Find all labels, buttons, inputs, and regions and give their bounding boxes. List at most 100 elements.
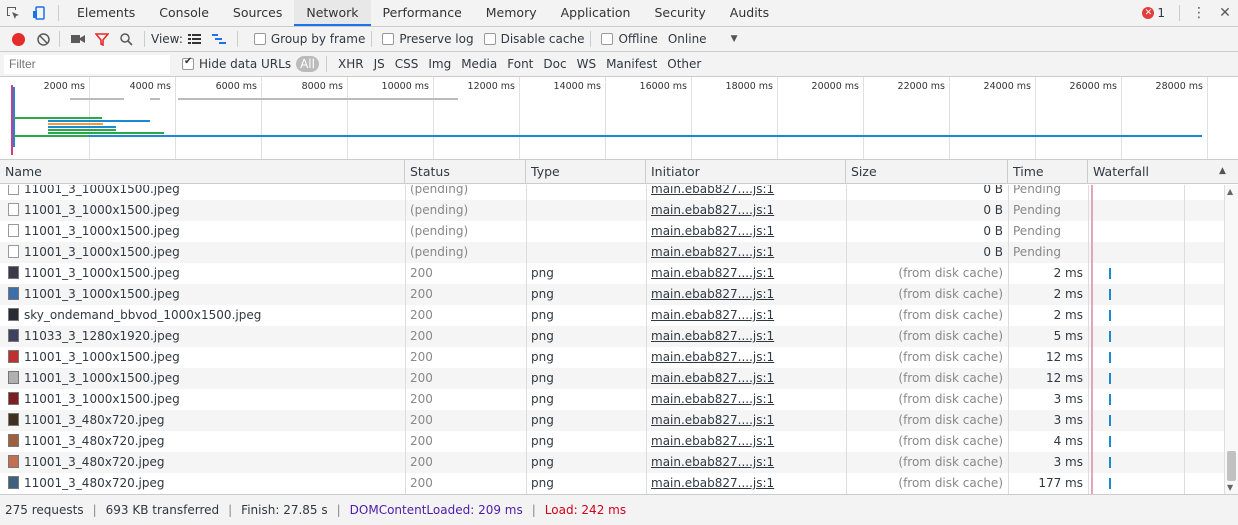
tab-memory[interactable]: Memory [474,0,549,26]
tab-security[interactable]: Security [642,0,717,26]
initiator-link[interactable]: main.ebab827....js:1 [651,266,774,280]
sort-ascending-icon[interactable]: ▲ [1219,166,1226,176]
checkbox-box[interactable] [182,56,194,70]
filter-input[interactable] [4,54,170,74]
type-filter-css[interactable]: CSS [391,56,423,72]
request-row[interactable]: 11001_3_480x720.jpeg 200 png main.ebab827..… [0,410,1224,431]
column-header-status[interactable]: Status [405,160,526,184]
initiator-link[interactable]: main.ebab827....js:1 [651,185,774,196]
request-initiator[interactable]: main.ebab827....js:1 [646,452,846,473]
request-initiator[interactable]: main.ebab827....js:1 [646,347,846,368]
tab-elements[interactable]: Elements [65,0,147,26]
type-filter-ws[interactable]: WS [573,56,600,72]
search-icon[interactable] [114,26,138,52]
initiator-link[interactable]: main.ebab827....js:1 [651,476,774,490]
initiator-link[interactable]: main.ebab827....js:1 [651,287,774,301]
checkbox-box[interactable] [382,33,395,45]
checkbox-box[interactable] [601,33,614,45]
initiator-link[interactable]: main.ebab827....js:1 [651,392,774,406]
type-filter-js[interactable]: JS [370,56,389,72]
request-row[interactable]: 11001_3_1000x1500.jpeg (pending) main.ebab… [0,200,1224,221]
request-name[interactable]: 11001_3_1000x1500.jpeg [0,284,405,305]
request-name[interactable]: 11001_3_1000x1500.jpeg [0,368,405,389]
tab-application[interactable]: Application [549,0,643,26]
request-name[interactable]: sky_ondemand_bbvod_1000x1500.jpeg [0,305,405,326]
type-filter-xhr[interactable]: XHR [334,56,368,72]
request-row[interactable]: 11001_3_1000x1500.jpeg 200 png main.ebab827… [0,263,1224,284]
close-icon[interactable]: ✕ [1212,0,1238,26]
waterfall-overview-icon[interactable] [207,26,231,52]
scroll-up-icon[interactable]: ▲ [1227,187,1233,196]
type-filter-manifest[interactable]: Manifest [602,56,661,72]
request-name[interactable]: 11001_3_1000x1500.jpeg [0,263,405,284]
type-filter-doc[interactable]: Doc [539,56,570,72]
hide-data-urls-checkbox[interactable]: Hide data URLs [182,56,291,71]
column-header-time[interactable]: Time [1008,160,1088,184]
request-initiator[interactable]: main.ebab827....js:1 [646,410,846,431]
more-options-icon[interactable]: ⋮ [1186,0,1212,26]
preserve-log-checkbox[interactable]: Preserve log [382,32,474,46]
offline-checkbox[interactable]: Offline [601,32,658,46]
request-name[interactable]: 11001_3_1000x1500.jpeg [0,389,405,410]
request-initiator[interactable]: main.ebab827....js:1 [646,368,846,389]
request-name[interactable]: 11001_3_480x720.jpeg [0,473,405,494]
throttling-select[interactable]: Online ▼ [668,32,738,46]
request-initiator[interactable]: main.ebab827....js:1 [646,221,846,242]
record-button[interactable] [12,32,25,46]
large-rows-icon[interactable] [183,26,207,52]
request-initiator[interactable]: main.ebab827....js:1 [646,200,846,221]
request-initiator[interactable]: main.ebab827....js:1 [646,263,846,284]
column-header-initiator[interactable]: Initiator [646,160,846,184]
scrollbar[interactable]: ▲ ▼ [1224,185,1238,494]
initiator-link[interactable]: main.ebab827....js:1 [651,245,774,259]
request-row[interactable]: 11001_3_1000x1500.jpeg 200 png main.ebab827… [0,368,1224,389]
request-name[interactable]: 11001_3_1000x1500.jpeg [0,221,405,242]
filter-icon[interactable] [90,26,114,52]
request-row[interactable]: 11001_3_1000x1500.jpeg 200 png main.ebab827… [0,284,1224,305]
tab-console[interactable]: Console [147,0,221,26]
initiator-link[interactable]: main.ebab827....js:1 [651,455,774,469]
type-filter-media[interactable]: Media [457,56,501,72]
request-row[interactable]: 11001_3_480x720.jpeg 200 png main.ebab827..… [0,452,1224,473]
request-name[interactable]: 11001_3_480x720.jpeg [0,410,405,431]
request-row[interactable]: 11001_3_480x720.jpeg 200 png main.ebab827..… [0,473,1224,494]
request-row[interactable]: 11001_3_1000x1500.jpeg 200 png main.ebab827… [0,389,1224,410]
error-counter[interactable]: ✕ 1 [1142,6,1165,20]
request-initiator[interactable]: main.ebab827....js:1 [646,326,846,347]
group-by-frame-checkbox[interactable]: Group by frame [253,32,365,46]
initiator-link[interactable]: main.ebab827....js:1 [651,203,774,217]
request-name[interactable]: 11001_3_480x720.jpeg [0,452,405,473]
request-initiator[interactable]: main.ebab827....js:1 [646,185,846,200]
request-initiator[interactable]: main.ebab827....js:1 [646,284,846,305]
column-header-waterfall[interactable]: Waterfall [1088,160,1210,184]
clear-icon[interactable] [33,26,53,52]
request-name[interactable]: 11001_3_1000x1500.jpeg [0,242,405,263]
network-overview[interactable]: 2000 ms 4000 ms 6000 ms 8000 ms 10000 ms 1200… [0,77,1238,160]
request-initiator[interactable]: main.ebab827....js:1 [646,389,846,410]
request-name[interactable]: 11001_3_1000x1500.jpeg [0,200,405,221]
initiator-link[interactable]: main.ebab827....js:1 [651,371,774,385]
request-name[interactable]: 11001_3_480x720.jpeg [0,431,405,452]
checkbox-box[interactable] [253,33,266,45]
tab-sources[interactable]: Sources [221,0,294,26]
checkbox-box[interactable] [483,33,496,45]
initiator-link[interactable]: main.ebab827....js:1 [651,434,774,448]
type-filter-img[interactable]: Img [424,56,455,72]
column-header-name[interactable]: Name [0,160,405,184]
type-filter-all[interactable]: All [296,55,319,72]
request-name[interactable]: 11033_3_1280x1920.jpeg [0,326,405,347]
inspect-element-icon[interactable] [0,0,26,26]
column-header-type[interactable]: Type [526,160,646,184]
disable-cache-checkbox[interactable]: Disable cache [483,32,584,46]
request-row[interactable]: 11033_3_1280x1920.jpeg 200 png main.ebab827… [0,326,1224,347]
initiator-link[interactable]: main.ebab827....js:1 [651,350,774,364]
initiator-link[interactable]: main.ebab827....js:1 [651,329,774,343]
initiator-link[interactable]: main.ebab827....js:1 [651,224,774,238]
request-row[interactable]: 11001_3_1000x1500.jpeg (pending) main.ebab… [0,221,1224,242]
tab-performance[interactable]: Performance [371,0,474,26]
request-initiator[interactable]: main.ebab827....js:1 [646,242,846,263]
request-row[interactable]: 11001_3_1000x1500.jpeg 200 png main.ebab827… [0,347,1224,368]
column-header-size[interactable]: Size [846,160,1008,184]
device-toolbar-icon[interactable] [26,0,52,26]
request-initiator[interactable]: main.ebab827....js:1 [646,305,846,326]
